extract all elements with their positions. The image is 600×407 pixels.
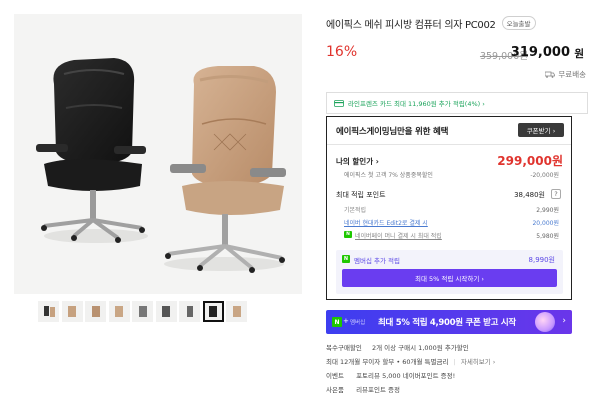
first-customer-discount-note: 에이픽스 첫 고객 7% 상품중복할인	[344, 172, 433, 179]
product-main-image[interactable]	[14, 14, 302, 294]
thumbnail[interactable]	[108, 301, 130, 322]
my-price-label[interactable]: 나의 할인가 ›	[336, 156, 379, 167]
hyundai-card-points-link[interactable]: 네이버 현대카드 Edit2로 결제 시	[344, 218, 428, 227]
divider	[327, 144, 571, 145]
thumbnail-selected[interactable]	[202, 301, 224, 322]
discount-rate: 16%	[326, 44, 358, 60]
black-chair	[36, 58, 148, 243]
event-value: 포토리뷰 5,000 네이버포인트 증정!	[356, 372, 456, 380]
event-line: 이벤트 포토리뷰 5,000 네이버포인트 증정!	[326, 370, 455, 380]
naver-n-icon: N	[342, 255, 350, 263]
gift-key: 사은품	[326, 386, 344, 394]
event-key: 이벤트	[326, 372, 344, 380]
thumbnail[interactable]	[155, 301, 177, 322]
card-benefit-banner[interactable]: 라인프렌즈 카드 최대 11,960원 추가 적립(4%) ›	[326, 92, 588, 114]
truck-icon	[545, 71, 556, 78]
naver-n-icon: N	[332, 317, 342, 327]
free-shipping-label: 무료배송	[558, 69, 586, 79]
product-info: 에이픽스 메쉬 피시방 컴퓨터 의자 PC002 오늘출발 16% 359,00…	[326, 14, 588, 114]
gift-line: 사은품 리뷰포인트 증정	[326, 384, 400, 394]
basic-points-label: 기본적립	[344, 207, 367, 214]
points-help-icon[interactable]: ?	[551, 189, 561, 199]
installment-details-link[interactable]: 자세히보기 ›	[461, 358, 496, 366]
installment-text: 최대 12개월 무이자 할부 • 60개월 특별금리	[326, 358, 449, 366]
thumbnail[interactable]	[38, 301, 59, 322]
membership-panel: N 멤버십 추가 적립 8,990원 최대 5% 적립 시작하기 ›	[336, 250, 563, 294]
basic-points-value: 2,990원	[536, 207, 559, 214]
naverpay-money-points-link[interactable]: 네이버페이 머니 결제 시 최대 적립	[355, 231, 442, 240]
membership-promo-banner[interactable]: N + 멤버십 최대 5% 적립 4,900원 쿠폰 받고 시작 ›	[326, 310, 572, 334]
membership-extra-points-label: 멤버십 추가 적립	[354, 257, 400, 265]
sale-price-unit: 원	[574, 48, 584, 60]
plus-icon: +	[343, 317, 349, 325]
thumbnail[interactable]	[61, 301, 83, 322]
card-icon	[334, 99, 344, 107]
separator: |	[453, 358, 456, 366]
sale-price: 319,000	[510, 45, 570, 60]
thumbnail[interactable]	[179, 301, 200, 322]
product-title: 에이픽스 메쉬 피시방 컴퓨터 의자 PC002	[326, 19, 496, 31]
max-points-label: 최대 적립 포인트	[336, 191, 386, 199]
bulk-discount-line: 복수구매할인 2개 이상 구매시 1,000원 추가할인	[326, 342, 469, 352]
get-coupon-button[interactable]: 쿠폰받기 ›	[518, 123, 564, 137]
thumbnail-strip	[38, 301, 250, 322]
thumbnail[interactable]	[132, 301, 153, 322]
membership-start-button[interactable]: 최대 5% 적립 시작하기 ›	[342, 269, 557, 287]
promo-membership-label: 멤버십	[350, 320, 366, 326]
max-points-value: 38,480원	[514, 191, 545, 199]
hyundai-card-points-value: 20,000원	[532, 220, 559, 227]
card-benefit-text: 라인프렌즈 카드 최대 11,960원 추가 적립(4%) ›	[348, 100, 485, 108]
my-price-value: 299,000원	[497, 154, 563, 168]
promo-text: 최대 5% 적립 4,900원 쿠폰 받고 시작	[378, 318, 516, 328]
benefits-box: 에이픽스게이밍님만을 위한 혜택 쿠폰받기 › 나의 할인가 › 299,000…	[326, 116, 572, 300]
installment-line: 최대 12개월 무이자 할부 • 60개월 특별금리 | 자세히보기 ›	[326, 356, 495, 366]
same-day-badge: 오늘출발	[501, 16, 536, 30]
benefits-title: 에이픽스게이밍님만을 위한 혜택	[336, 127, 449, 137]
tan-chair	[164, 66, 286, 273]
bulk-discount-key: 복수구매할인	[326, 344, 362, 352]
thumbnail[interactable]	[85, 301, 106, 322]
chairs-illustration	[36, 58, 286, 273]
naverpay-money-points-value: 5,980원	[536, 233, 559, 240]
first-customer-discount-value: -20,000원	[530, 172, 559, 179]
gift-value: 리뷰포인트 증정	[356, 386, 401, 394]
naverpay-icon: N	[344, 231, 352, 238]
gift-badge-icon	[535, 312, 555, 332]
membership-extra-points-value: 8,990원	[528, 256, 555, 264]
bulk-discount-value: 2개 이상 구매시 1,000원 추가할인	[371, 344, 469, 352]
chevron-right-icon: ›	[562, 316, 566, 326]
thumbnail[interactable]	[226, 301, 247, 322]
